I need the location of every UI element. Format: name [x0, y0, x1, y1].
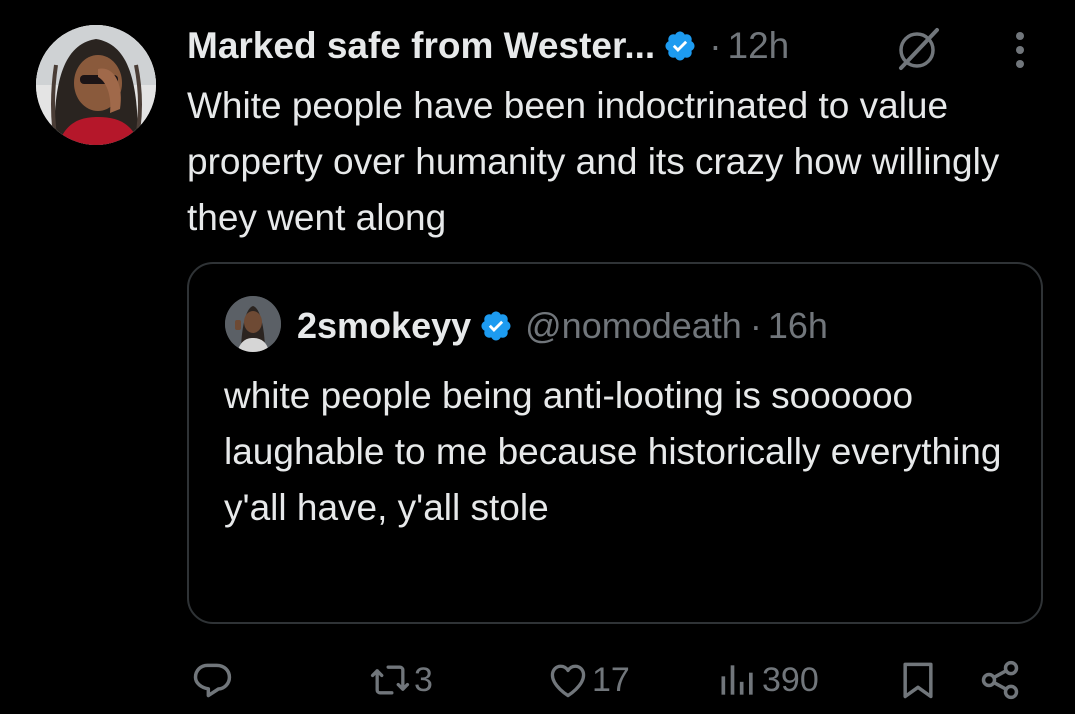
retweet-count: 3 [414, 660, 433, 699]
like-icon [546, 658, 590, 702]
grok-icon[interactable] [893, 22, 945, 74]
quoted-author-handle[interactable]: @nomodeath [525, 305, 742, 347]
tweet-time[interactable]: 12h [728, 25, 790, 67]
more-icon[interactable] [1008, 28, 1032, 72]
views-icon [716, 658, 760, 702]
bookmark-icon [896, 658, 940, 702]
quoted-author-name[interactable]: 2smokeyy [297, 305, 471, 347]
quoted-tweet-time[interactable]: 16h [768, 305, 828, 347]
verified-badge-icon [663, 29, 697, 63]
like-count: 17 [592, 660, 630, 699]
separator-dot: · [749, 305, 762, 346]
share-button[interactable] [978, 650, 1022, 710]
author-avatar[interactable] [36, 25, 156, 145]
author-avatar-image [36, 25, 156, 145]
reply-button[interactable] [190, 650, 236, 710]
quoted-tweet-header: 2smokeyy @nomodeath · 16h [297, 302, 828, 350]
tweet-header: Marked safe from Wester... · 12h [187, 22, 789, 70]
verified-badge-icon [479, 309, 513, 343]
reply-icon [190, 658, 234, 702]
quoted-author-avatar-image [225, 296, 281, 352]
retweet-button[interactable]: 3 [368, 650, 433, 710]
separator-dot: · [709, 25, 722, 66]
share-icon [978, 658, 1022, 702]
views-button[interactable]: 390 [716, 650, 819, 710]
views-count: 390 [762, 660, 819, 699]
retweet-icon [368, 658, 412, 702]
author-name[interactable]: Marked safe from Wester... [187, 25, 655, 67]
bookmark-button[interactable] [896, 650, 940, 710]
like-button[interactable]: 17 [546, 650, 630, 710]
quoted-tweet-text: white people being anti-looting is soooo… [224, 375, 1002, 528]
quoted-tweet-card[interactable]: 2smokeyy @nomodeath · 16h white people b… [187, 262, 1043, 624]
action-bar: 3 17 390 [0, 650, 1075, 710]
tweet-text: White people have been indoctrinated to … [187, 85, 1000, 238]
quoted-author-avatar[interactable] [225, 296, 281, 352]
